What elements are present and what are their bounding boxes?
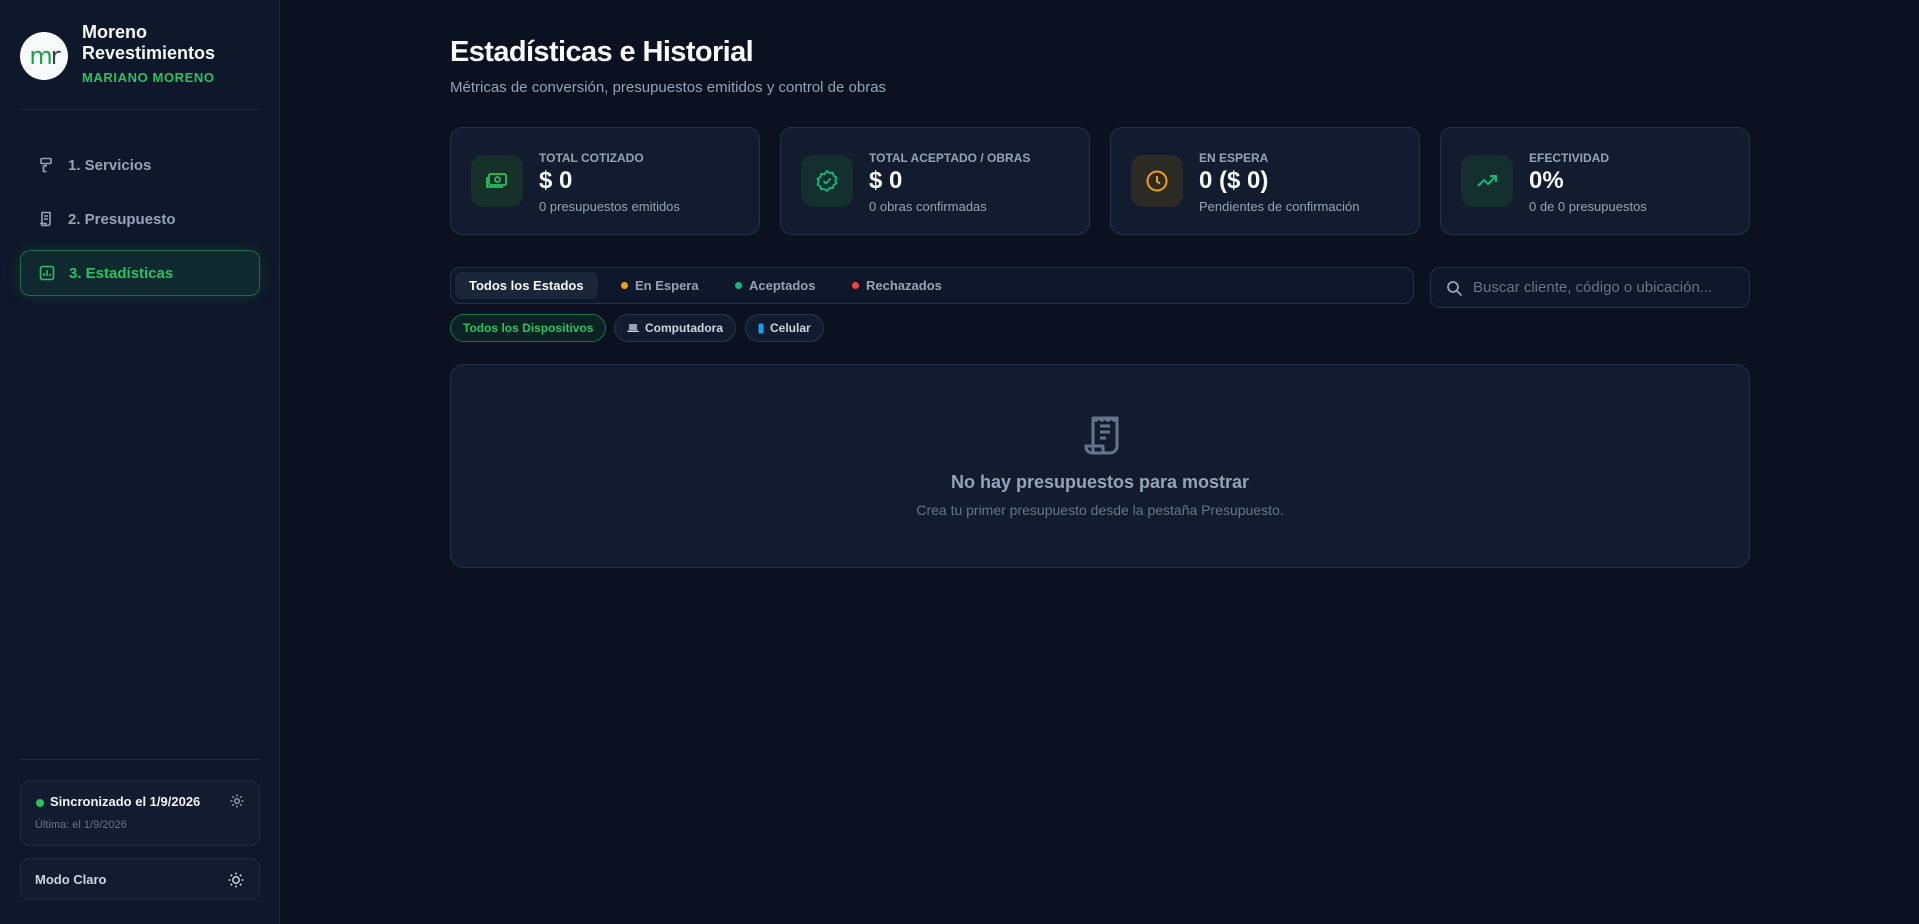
stat-value: 0 ($ 0) xyxy=(1199,167,1269,194)
brand-user: MARIANO MORENO xyxy=(82,70,215,85)
logo-letter-m: m xyxy=(29,42,52,70)
status-dot xyxy=(852,282,859,289)
stat-subtext: Pendientes de confirmación xyxy=(1199,199,1360,214)
sun-icon xyxy=(227,871,245,889)
paint-roller-icon xyxy=(38,157,54,173)
bar-chart-icon xyxy=(39,265,55,281)
stat-label: TOTAL COTIZADO xyxy=(539,151,644,165)
empty-state: No hay presupuestos para mostrar Crea tu… xyxy=(450,364,1750,568)
stat-label: TOTAL ACEPTADO / OBRAS xyxy=(869,151,1031,165)
sidebar-divider xyxy=(20,109,260,110)
sync-status: Sincronizado el 1/9/2026 Última: el 1/9/… xyxy=(20,780,260,846)
stat-subtext: 0 de 0 presupuestos xyxy=(1529,199,1647,214)
stat-card-efectividad: EFECTIVIDAD 0% 0 de 0 presupuestos xyxy=(1440,127,1750,235)
sidebar-item-label: 1. Servicios xyxy=(68,156,152,174)
sidebar-item-label: 3. Estadísticas xyxy=(69,264,174,282)
filter-tab-label: En Espera xyxy=(635,278,699,293)
filter-tab-label: Todos los Estados xyxy=(469,278,584,293)
stat-card-en-espera: EN ESPERA 0 ($ 0) Pendientes de confirma… xyxy=(1110,127,1420,235)
sync-status-dot xyxy=(36,799,44,807)
page-title: Estadísticas e Historial xyxy=(450,36,754,68)
filter-tab-rechazados[interactable]: Rechazados xyxy=(838,272,956,299)
logo-letter-r: r xyxy=(50,42,61,70)
status-dot xyxy=(621,282,628,289)
stat-subtext: 0 presupuestos emitidos xyxy=(539,199,680,214)
page-subtitle: Métricas de conversión, presupuestos emi… xyxy=(450,79,887,96)
device-filter-celular[interactable]: Celular xyxy=(745,314,824,342)
gear-icon[interactable] xyxy=(229,793,245,809)
trending-up-icon xyxy=(1461,155,1513,207)
status-filter-bar: Todos los Estados En Espera Aceptados Re… xyxy=(450,267,1414,304)
theme-toggle-label: Modo Claro xyxy=(35,872,107,887)
empty-state-subtitle: Crea tu primer presupuesto desde la pest… xyxy=(916,502,1284,518)
empty-state-title: No hay presupuestos para mostrar xyxy=(950,472,1250,492)
stat-card-total-aceptado: TOTAL ACEPTADO / OBRAS $ 0 0 obras confi… xyxy=(780,127,1090,235)
stat-label: EN ESPERA xyxy=(1199,151,1269,165)
phone-icon xyxy=(758,323,764,334)
chip-label: Todos los Dispositivos xyxy=(463,321,594,335)
search-input[interactable] xyxy=(1473,268,1743,307)
chip-label: Computadora xyxy=(645,321,723,335)
filter-tab-label: Aceptados xyxy=(749,278,816,293)
brand-name: Moreno Revestimientos xyxy=(82,22,216,63)
search-icon xyxy=(1446,280,1463,297)
filter-tab-todos[interactable]: Todos los Estados xyxy=(455,272,598,299)
clock-icon xyxy=(1131,155,1183,207)
sync-subtitle: Última: el 1/9/2026 xyxy=(35,819,127,831)
status-dot xyxy=(735,282,742,289)
sync-title: Sincronizado el 1/9/2026 xyxy=(50,794,201,809)
stat-card-total-cotizado: TOTAL COTIZADO $ 0 0 presupuestos emitid… xyxy=(450,127,760,235)
device-filter-computadora[interactable]: Computadora xyxy=(614,314,736,342)
cash-icon xyxy=(471,155,523,207)
stat-value: 0% xyxy=(1529,167,1564,194)
theme-toggle-button[interactable]: Modo Claro xyxy=(20,858,260,900)
stat-value: $ 0 xyxy=(539,167,573,194)
filter-tab-aceptados[interactable]: Aceptados xyxy=(721,272,829,299)
sidebar-item-label: 2. Presupuesto xyxy=(68,210,176,228)
chip-label: Celular xyxy=(770,321,811,335)
receipt-icon xyxy=(1083,415,1121,457)
stat-value: $ 0 xyxy=(869,167,903,194)
stat-subtext: 0 obras confirmadas xyxy=(869,199,987,214)
receipt-icon xyxy=(38,211,54,227)
device-filter-todos[interactable]: Todos los Dispositivos xyxy=(450,314,607,342)
brand: mr Moreno Revestimientos MARIANO MORENO xyxy=(20,22,242,85)
search-box xyxy=(1430,267,1750,308)
sidebar-item-servicios[interactable]: 1. Servicios xyxy=(20,142,260,188)
sidebar-item-presupuesto[interactable]: 2. Presupuesto xyxy=(20,196,260,242)
logo: mr xyxy=(20,32,68,80)
filter-tab-en-espera[interactable]: En Espera xyxy=(607,272,713,299)
verified-badge-icon xyxy=(801,155,853,207)
laptop-icon xyxy=(627,323,639,333)
sidebar-divider xyxy=(20,759,260,760)
filter-tab-label: Rechazados xyxy=(866,278,942,293)
stat-label: EFECTIVIDAD xyxy=(1529,151,1610,165)
sidebar: mr Moreno Revestimientos MARIANO MORENO … xyxy=(0,0,280,924)
sidebar-item-estadisticas[interactable]: 3. Estadísticas xyxy=(20,250,260,296)
